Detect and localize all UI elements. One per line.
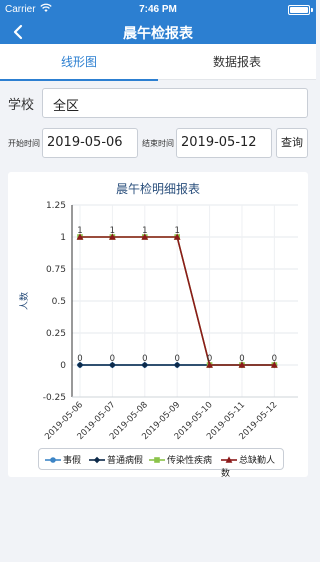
y-tick-label: 0.75 [46, 265, 66, 275]
data-label: 0 [174, 354, 179, 364]
tab-line-chart[interactable]: 线形图 [0, 44, 158, 81]
data-label: 1 [77, 226, 82, 236]
data-label: 0 [239, 354, 244, 364]
navigation-bar: 晨午检报表 [0, 20, 316, 44]
data-label: 0 [110, 354, 115, 364]
y-tick-label: -0.25 [43, 393, 66, 403]
legend-item[interactable]: 事假 [45, 453, 81, 466]
legend-marker-icon [89, 456, 105, 463]
y-tick-label: 0 [60, 361, 66, 371]
legend-marker [93, 456, 101, 463]
chart-title: 晨午检明细报表 [115, 182, 200, 196]
clock: 7:46 PM [139, 4, 177, 15]
data-label: 0 [77, 354, 82, 364]
data-label: 1 [174, 226, 179, 236]
tab-bar: 线形图 数据报表 [0, 44, 316, 81]
y-tick-label: 0.25 [46, 329, 66, 339]
data-label: 0 [272, 354, 277, 364]
y-tick-label: 1.25 [46, 201, 66, 211]
legend-item[interactable]: 普通病假 [89, 453, 143, 466]
chart-legend: 事假 普通病假 传染性疾病 总缺勤人数 [38, 448, 284, 479]
legend-label: 传染性疾病 [167, 456, 213, 466]
data-label: 1 [142, 226, 147, 236]
legend-label: 普通病假 [107, 456, 144, 466]
tab-data-report[interactable]: 数据报表 [158, 44, 316, 80]
y-tick-label: 0.5 [52, 297, 66, 307]
legend-marker-icon [149, 456, 165, 463]
school-select[interactable]: 全区 [42, 88, 308, 118]
start-time-label: 开始时间 [8, 139, 40, 148]
start-date-field[interactable]: 2019-05-06 [42, 128, 138, 158]
data-label: 0 [142, 354, 147, 364]
legend-marker [154, 456, 160, 463]
data-label: 1 [110, 226, 115, 236]
legend-marker [50, 456, 56, 463]
data-label: 0 [207, 354, 212, 364]
chart-card: 1.25 1 0.75 0.5 0.25 0 -0.25 人数 2019-05-06 2019-0… [8, 172, 308, 479]
line-chart: 1.2510.750.50.250-0.25人数2019-05-062019-0… [18, 201, 298, 442]
end-date-field[interactable]: 2019-05-12 [176, 128, 272, 158]
battery-icon [288, 5, 313, 15]
end-time-label: 结束时间 [142, 139, 174, 148]
legend-marker-icon [221, 455, 237, 463]
query-button[interactable]: 查询 [276, 128, 308, 158]
legend-marker-icon [45, 456, 61, 463]
legend-label: 事假 [63, 456, 82, 466]
page-title: 晨午检报表 [123, 26, 193, 42]
school-label: 学校 [8, 98, 35, 113]
y-tick-label: 1 [60, 233, 66, 243]
status-bar: Carrier 7:46 PM [0, 0, 316, 20]
legend-item[interactable]: 总缺勤人数 [221, 453, 283, 479]
y-axis-label: 人数 [18, 292, 30, 310]
legend-item[interactable]: 传染性疾病 [149, 453, 212, 466]
